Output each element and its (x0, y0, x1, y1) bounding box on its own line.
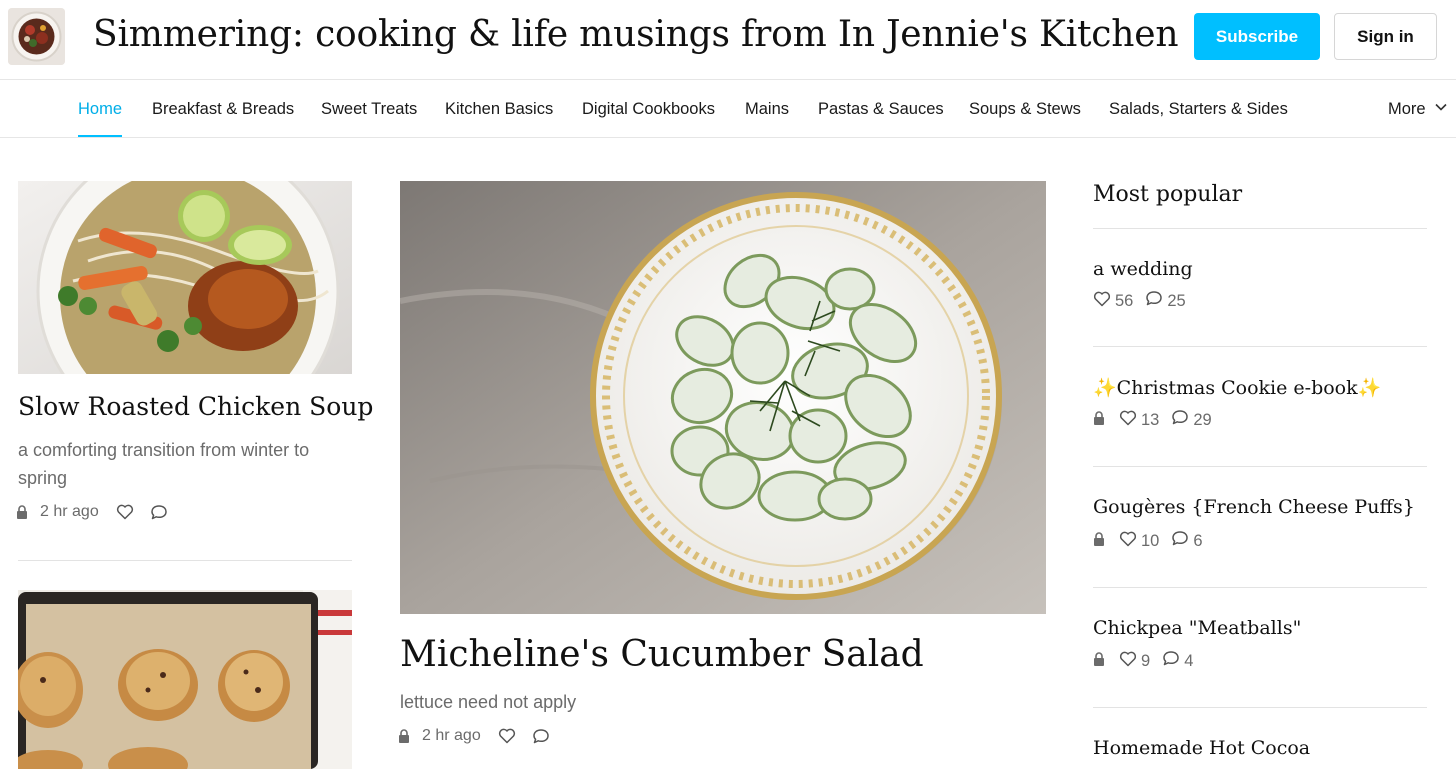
popular-post-meta: 10 6 (1093, 530, 1215, 552)
heart-icon[interactable] (116, 504, 134, 520)
comment-icon[interactable] (150, 504, 168, 521)
site-header: Simmering: cooking & life musings from I… (0, 0, 1456, 80)
heart-icon[interactable] (1119, 651, 1137, 672)
sparkle-icon: ✨ (1357, 377, 1382, 399)
like-count: 10 (1141, 531, 1160, 550)
comment-icon[interactable] (532, 728, 550, 745)
nav-item-kitchen-basics[interactable]: Kitchen Basics (445, 80, 553, 138)
post-thumbnail[interactable] (18, 590, 352, 769)
comment-icon[interactable] (1171, 409, 1189, 431)
popular-post-title[interactable]: a wedding (1093, 258, 1193, 280)
comment-icon[interactable] (1162, 650, 1180, 672)
chevron-down-icon (1434, 80, 1448, 138)
nav-item-soups-stews[interactable]: Soups & Stews (969, 80, 1081, 138)
lock-icon (1093, 651, 1105, 671)
lock-icon (1093, 410, 1105, 430)
featured-title[interactable]: Micheline's Cucumber Salad (400, 634, 924, 675)
heart-icon[interactable] (498, 728, 516, 744)
popular-post-title[interactable]: ✨Christmas Cookie e-book✨ (1093, 376, 1381, 399)
popular-post-title-text: Christmas Cookie e-book (1116, 377, 1358, 399)
site-title[interactable]: Simmering: cooking & life musings from I… (93, 14, 1179, 55)
most-popular-heading: Most popular (1093, 182, 1243, 207)
nav-item-breakfast-breads[interactable]: Breakfast & Breads (152, 80, 294, 138)
popular-post-meta: 56 25 (1093, 290, 1198, 312)
nav-item-salads-starters-sides[interactable]: Salads, Starters & Sides (1109, 80, 1288, 138)
sidebar-divider (1093, 587, 1427, 588)
comment-count: 29 (1193, 410, 1212, 429)
popular-post-title[interactable]: Homemade Hot Cocoa (1093, 737, 1310, 759)
lock-icon (1093, 531, 1105, 551)
comment-count: 4 (1184, 651, 1194, 670)
more-menu-button[interactable]: More (1388, 80, 1448, 138)
sidebar-divider (1093, 228, 1427, 229)
heart-icon[interactable] (1119, 410, 1137, 431)
subscribe-button[interactable]: Subscribe (1194, 13, 1320, 60)
nav-item-mains[interactable]: Mains (745, 80, 789, 138)
heart-icon[interactable] (1093, 291, 1111, 312)
sign-in-button[interactable]: Sign in (1334, 13, 1437, 60)
lock-icon (398, 729, 410, 743)
more-label: More (1388, 100, 1426, 118)
nav-item-sweet-treats[interactable]: Sweet Treats (321, 80, 417, 138)
nav-item-home[interactable]: Home (78, 80, 123, 138)
popular-post-title[interactable]: Gougères {French Cheese Puffs} (1093, 496, 1415, 518)
heart-icon[interactable] (1119, 531, 1137, 552)
sidebar-divider (1093, 707, 1427, 708)
popular-post-title[interactable]: Chickpea "Meatballs" (1093, 617, 1301, 639)
comment-count: 25 (1167, 291, 1186, 310)
like-count: 9 (1141, 651, 1151, 670)
featured-subtitle: lettuce need not apply (400, 692, 577, 712)
like-count: 13 (1141, 410, 1160, 429)
featured-time: 2 hr ago (422, 727, 481, 744)
popular-post-meta: 9 4 (1093, 650, 1205, 672)
post-subtitle: a comforting transition from winter to s… (18, 440, 310, 488)
sparkle-icon: ✨ (1093, 377, 1117, 399)
post-time: 2 hr ago (40, 503, 99, 520)
post-thumbnail[interactable] (18, 181, 352, 374)
featured-meta: 2 hr ago (398, 727, 550, 745)
comment-icon[interactable] (1171, 530, 1189, 552)
nav-item-pastas-sauces[interactable]: Pastas & Sauces (818, 80, 944, 138)
lock-icon (16, 505, 28, 519)
post-meta: 2 hr ago (16, 503, 168, 521)
sidebar-divider (1093, 466, 1427, 467)
post-divider (18, 560, 352, 561)
popular-post-meta: 13 29 (1093, 409, 1224, 431)
featured-image[interactable] (400, 181, 1046, 614)
comment-icon[interactable] (1145, 290, 1163, 312)
site-logo[interactable] (8, 8, 65, 65)
comment-count: 6 (1193, 531, 1203, 550)
category-nav: Home Breakfast & Breads Sweet Treats Kit… (0, 80, 1456, 138)
post-title[interactable]: Slow Roasted Chicken Soup (18, 392, 373, 421)
sidebar-divider (1093, 346, 1427, 347)
nav-item-digital-cookbooks[interactable]: Digital Cookbooks (582, 80, 715, 138)
like-count: 56 (1115, 291, 1134, 310)
